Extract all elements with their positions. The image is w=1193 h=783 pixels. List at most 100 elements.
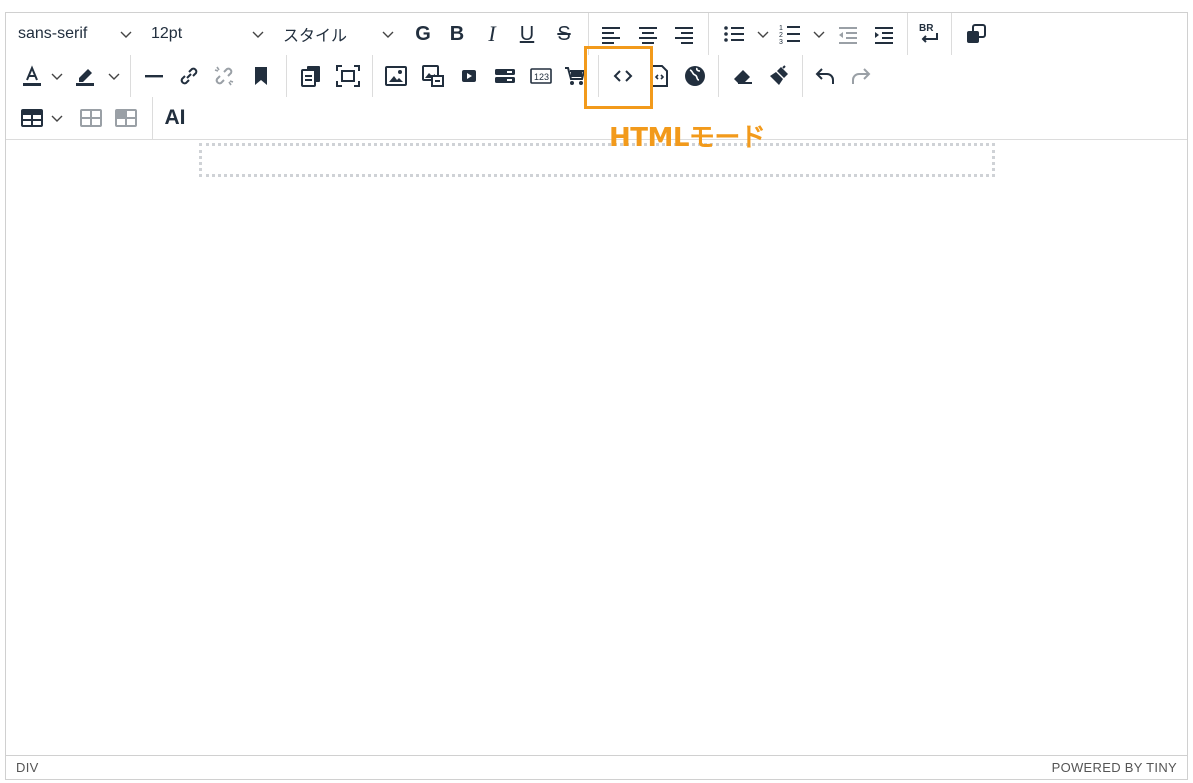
redo-button[interactable]	[846, 60, 876, 92]
documents-icon	[301, 66, 320, 87]
font-size-value: 12pt	[151, 25, 183, 42]
fullscreen-button[interactable]	[331, 60, 365, 92]
ai-assistant-button[interactable]: AI	[159, 102, 191, 134]
link-icon	[180, 67, 198, 85]
font-family-value: sans-serif	[18, 25, 88, 42]
g-letter: G	[415, 22, 431, 45]
strike-letter: S	[557, 22, 571, 45]
align-left-icon	[602, 27, 620, 44]
ai-label: AI	[164, 106, 186, 129]
indent-icon	[875, 27, 893, 44]
image-icon	[385, 66, 407, 86]
copy-icon	[967, 24, 986, 43]
insert-block-button[interactable]	[490, 60, 520, 92]
clear-formatting-button[interactable]	[727, 60, 759, 92]
chevron-down-icon[interactable]	[106, 60, 122, 92]
table-cell-button[interactable]	[111, 102, 141, 134]
undo-button[interactable]	[810, 60, 840, 92]
insert-table-button[interactable]	[18, 102, 46, 134]
align-center-icon	[639, 27, 657, 44]
separator	[802, 55, 803, 97]
outdent-icon	[839, 27, 857, 44]
horizontal-rule-button[interactable]	[139, 60, 169, 92]
strikethrough-button[interactable]: S	[549, 18, 579, 50]
separator	[130, 55, 131, 97]
rich-text-editor: sans-serif 12pt スタイル G B I U S 1 2 3 BR …	[5, 12, 1188, 780]
unlink-button[interactable]	[209, 60, 239, 92]
video-icon	[462, 70, 476, 82]
indent-button[interactable]	[869, 18, 899, 50]
image-gallery-button[interactable]	[417, 60, 449, 92]
unlink-icon	[214, 66, 234, 86]
chevron-down-icon	[250, 18, 266, 50]
status-bar: DIV POWERED BY TINY	[6, 755, 1187, 779]
insert-image-button[interactable]	[380, 60, 412, 92]
element-path[interactable]: DIV	[16, 760, 39, 775]
highlighter-icon	[76, 69, 94, 86]
chevron-down-icon[interactable]	[811, 18, 827, 50]
eraser-icon	[734, 70, 752, 84]
line-break-button[interactable]: BR	[912, 18, 946, 50]
line-break-icon: BR	[919, 23, 938, 43]
highlight-color-button[interactable]	[70, 60, 100, 92]
numbered-list-button[interactable]: 123	[774, 18, 806, 50]
italic-letter: I	[488, 21, 496, 46]
b-letter: B	[449, 22, 465, 45]
block-icon	[495, 69, 515, 83]
bullet-list-button[interactable]	[718, 18, 750, 50]
style-value: スタイル	[283, 28, 348, 45]
table-cell-icon	[115, 109, 137, 127]
italic-button[interactable]: I	[477, 18, 507, 50]
svg-text:2: 2	[779, 32, 783, 39]
bold-button[interactable]: B	[442, 18, 472, 50]
empty-block-placeholder[interactable]	[199, 143, 995, 177]
separator	[907, 13, 908, 55]
html-mode-highlight	[584, 46, 653, 109]
svg-text:1: 1	[779, 25, 783, 32]
editor-content-area[interactable]	[6, 140, 1187, 755]
chevron-down-icon[interactable]	[755, 18, 771, 50]
outdent-button[interactable]	[833, 18, 863, 50]
bookmark-button[interactable]	[246, 60, 276, 92]
google-bold-button[interactable]: G	[408, 18, 438, 50]
separator	[286, 55, 287, 97]
fullscreen-icon	[336, 65, 360, 87]
chevron-down-icon[interactable]	[49, 60, 65, 92]
powered-by-link[interactable]: POWERED BY TINY	[1052, 760, 1177, 775]
globe-icon	[685, 66, 705, 86]
link-button[interactable]	[174, 60, 204, 92]
undo-icon	[815, 68, 834, 84]
align-right-button[interactable]	[669, 18, 699, 50]
align-right-icon	[675, 27, 693, 44]
insert-video-button[interactable]	[454, 60, 484, 92]
table-icon	[21, 109, 43, 127]
copy-format-button[interactable]	[959, 18, 993, 50]
chevron-down-icon	[118, 18, 134, 50]
style-select[interactable]: スタイル	[283, 18, 393, 50]
br-label: BR	[919, 23, 934, 34]
svg-text:3: 3	[779, 39, 783, 45]
separator	[718, 55, 719, 97]
separator	[951, 13, 952, 55]
separator	[708, 13, 709, 55]
language-button[interactable]	[679, 60, 711, 92]
chevron-down-icon[interactable]	[49, 102, 65, 134]
bookmark-icon	[255, 67, 267, 85]
numbered-list-icon: 123	[779, 25, 800, 45]
number-label: 123	[534, 72, 549, 82]
html-mode-callout: HTMLモード	[609, 123, 766, 153]
underline-letter: U	[519, 22, 535, 45]
brush-icon	[770, 65, 788, 85]
separator	[372, 55, 373, 97]
redo-icon	[852, 68, 871, 84]
number-box-icon: 123	[530, 68, 552, 84]
paste-template-button[interactable]	[295, 60, 327, 92]
format-painter-button[interactable]	[763, 60, 795, 92]
text-color-icon	[23, 65, 41, 86]
separator	[152, 97, 153, 139]
insert-number-button[interactable]: 123	[526, 60, 556, 92]
underline-button[interactable]: U	[512, 18, 542, 50]
text-color-button[interactable]	[18, 60, 46, 92]
table-properties-button[interactable]	[76, 102, 106, 134]
bullet-list-icon	[724, 26, 744, 42]
